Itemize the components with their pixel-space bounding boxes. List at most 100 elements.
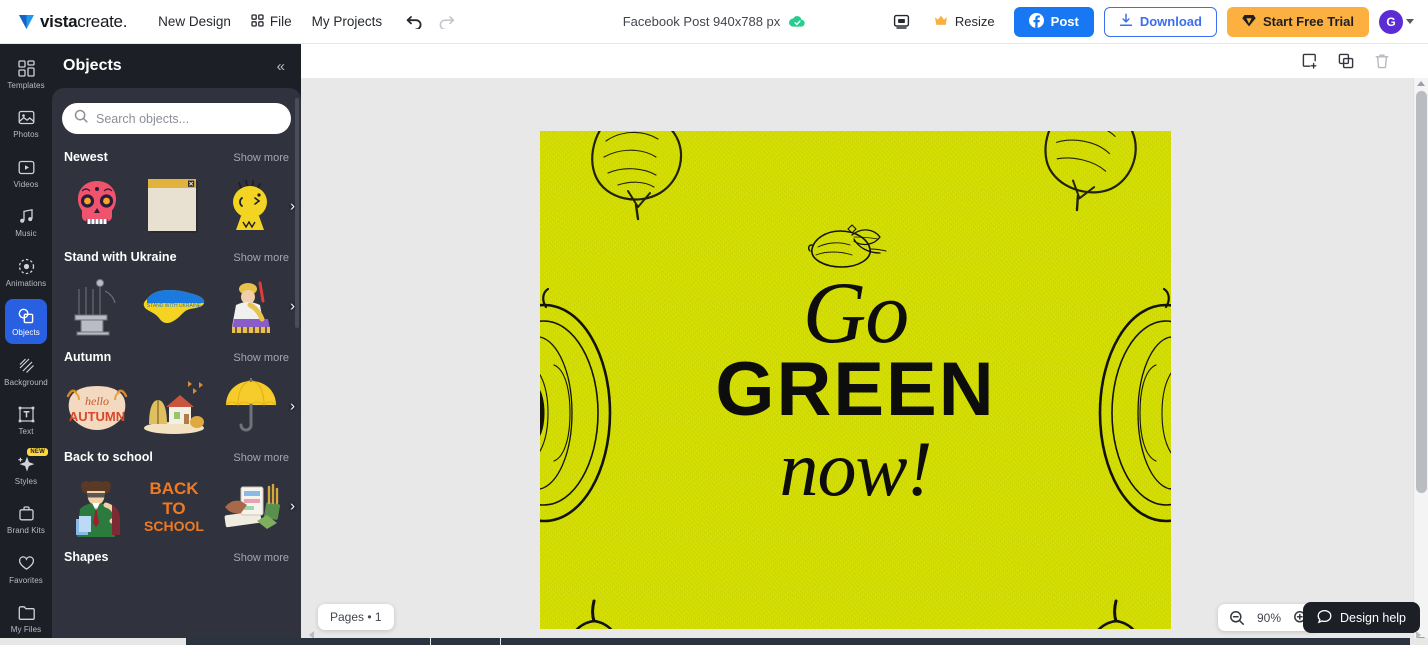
sidebar-label-videos: Videos bbox=[13, 179, 39, 189]
section-title-newest: Newest bbox=[64, 150, 108, 164]
scroll-thumb-vertical[interactable] bbox=[1416, 91, 1427, 493]
nav-my-projects[interactable]: My Projects bbox=[303, 8, 392, 35]
scroll-up-icon[interactable] bbox=[1417, 81, 1425, 86]
present-icon[interactable] bbox=[889, 9, 915, 35]
logo-wordmark: vistacreate. bbox=[40, 11, 128, 31]
vistacreate-editor: vistacreate. New Design File My Projects… bbox=[0, 0, 1428, 645]
nav-new-design-label: New Design bbox=[158, 14, 231, 29]
photos-icon bbox=[18, 107, 35, 128]
chat-icon bbox=[1317, 609, 1332, 627]
sidebar-item-favorites[interactable]: Favorites bbox=[5, 546, 47, 592]
redo-icon[interactable] bbox=[433, 9, 459, 35]
vistacreate-logo[interactable]: vistacreate. bbox=[18, 12, 127, 32]
sidebar-item-music[interactable]: Music bbox=[5, 200, 47, 246]
scrollbar-divider bbox=[500, 638, 501, 645]
nav-file-label: File bbox=[269, 14, 292, 29]
sidebar-item-background[interactable]: Background bbox=[4, 348, 48, 394]
show-more-ukraine[interactable]: Show more bbox=[233, 252, 289, 264]
panel-scrollbar[interactable] bbox=[295, 98, 299, 328]
section-autumn: Autumn Show more hello AUTUMN › bbox=[62, 350, 295, 440]
show-more-back-to-school[interactable]: Show more bbox=[233, 452, 289, 464]
carousel-next-newest[interactable]: › bbox=[290, 197, 295, 214]
object-thumb-sugar-skull[interactable] bbox=[62, 171, 131, 240]
nav-file[interactable]: File bbox=[242, 8, 301, 36]
pages-label: Pages • 1 bbox=[330, 610, 382, 624]
object-thumb-back-to-school-lettering[interactable]: BACK TO SCHOOL bbox=[139, 471, 208, 540]
chevron-double-left-icon[interactable]: « bbox=[277, 59, 285, 74]
object-thumb-folk-musician[interactable] bbox=[216, 271, 285, 340]
object-thumb-hello-autumn-lettering[interactable]: hello AUTUMN bbox=[62, 371, 131, 440]
nav-my-projects-label: My Projects bbox=[311, 14, 383, 29]
pages-indicator[interactable]: Pages • 1 bbox=[318, 604, 394, 630]
top-actions: Resize Post Download Start Free Trial G bbox=[889, 6, 1428, 37]
search-icon bbox=[74, 109, 88, 128]
show-more-shapes[interactable]: Show more bbox=[233, 552, 289, 564]
object-thumb-yellow-character[interactable] bbox=[216, 171, 285, 240]
design-canvas[interactable]: Go GREEN now! bbox=[540, 131, 1171, 629]
add-page-icon[interactable] bbox=[1298, 49, 1322, 73]
object-thumb-schoolgirl[interactable] bbox=[62, 471, 131, 540]
document-title[interactable]: Facebook Post 940x788 px bbox=[623, 14, 806, 29]
sidebar-item-animations[interactable]: Animations bbox=[5, 249, 47, 295]
scroll-thumb-horizontal[interactable] bbox=[186, 638, 1410, 645]
search-input[interactable] bbox=[96, 111, 279, 126]
sidebar-item-text[interactable]: Text bbox=[5, 398, 47, 444]
thumb-row-newest: › bbox=[62, 171, 295, 240]
sidebar-item-templates[interactable]: Templates bbox=[5, 51, 47, 97]
download-button[interactable]: Download bbox=[1103, 6, 1217, 37]
canvas-vertical-scrollbar[interactable] bbox=[1413, 78, 1428, 645]
sidebar-label-photos: Photos bbox=[13, 130, 39, 140]
styles-new-badge: NEW bbox=[27, 448, 48, 456]
panel-body: Newest Show more bbox=[52, 88, 301, 645]
sidebar-item-brand-kits[interactable]: Brand Kits bbox=[5, 497, 47, 543]
undo-icon[interactable] bbox=[401, 9, 427, 35]
show-more-newest[interactable]: Show more bbox=[233, 152, 289, 164]
post-label: Post bbox=[1050, 14, 1079, 29]
resize-button[interactable]: Resize bbox=[925, 7, 1004, 37]
page-title: Objects bbox=[63, 57, 122, 74]
object-thumb-ukraine-map[interactable]: STAND WITH UKRAINE bbox=[139, 271, 208, 340]
sidebar-item-styles[interactable]: NEW Styles bbox=[5, 447, 48, 493]
download-icon bbox=[1119, 13, 1133, 30]
sidebar-label-music: Music bbox=[15, 229, 37, 239]
carousel-next-back-to-school[interactable]: › bbox=[290, 497, 295, 514]
svg-text:AUTUMN: AUTUMN bbox=[68, 409, 124, 424]
show-more-autumn[interactable]: Show more bbox=[233, 352, 289, 364]
svg-text:hello: hello bbox=[85, 394, 109, 408]
sidebar-item-videos[interactable]: Videos bbox=[5, 150, 47, 196]
resize-label: Resize bbox=[954, 14, 995, 29]
carousel-next-ukraine[interactable]: › bbox=[290, 297, 295, 314]
object-thumb-notepad-window[interactable] bbox=[139, 171, 208, 240]
section-title-back-to-school: Back to school bbox=[64, 450, 153, 464]
object-thumb-autumn-house[interactable] bbox=[139, 371, 208, 440]
object-thumb-yellow-umbrella[interactable] bbox=[216, 371, 285, 440]
sidebar-item-photos[interactable]: Photos bbox=[5, 101, 47, 147]
section-header: Newest Show more bbox=[62, 150, 291, 171]
page-toolbar bbox=[301, 44, 1428, 78]
zoom-out-icon[interactable] bbox=[1229, 610, 1245, 626]
svg-text:STAND WITH UKRAINE: STAND WITH UKRAINE bbox=[146, 303, 201, 309]
sidebar-item-my-files[interactable]: My Files bbox=[5, 596, 47, 642]
chevron-down-icon bbox=[1406, 19, 1414, 24]
duplicate-page-icon[interactable] bbox=[1334, 49, 1358, 73]
resize-crown-icon bbox=[934, 14, 948, 30]
briefcase-icon bbox=[18, 503, 35, 524]
delete-page-icon[interactable] bbox=[1370, 49, 1394, 73]
grid-icon bbox=[251, 13, 264, 30]
search-objects-box[interactable] bbox=[62, 103, 291, 134]
thumb-row-back-to-school: BACK TO SCHOOL › bbox=[62, 471, 295, 540]
object-thumb-kyiv-monument[interactable] bbox=[62, 271, 131, 340]
svg-text:BACK: BACK bbox=[149, 479, 199, 498]
styles-icon bbox=[17, 454, 35, 475]
design-help-button[interactable]: Design help bbox=[1302, 602, 1420, 633]
sidebar-item-objects[interactable]: Objects bbox=[5, 298, 47, 344]
nav-new-design[interactable]: New Design bbox=[149, 8, 240, 35]
account-menu[interactable]: G bbox=[1379, 9, 1414, 34]
post-button[interactable]: Post bbox=[1013, 6, 1094, 37]
canvas-area[interactable]: Go GREEN now! bbox=[301, 78, 1428, 645]
top-toolbar: vistacreate. New Design File My Projects… bbox=[0, 0, 1428, 44]
object-thumb-desk-supplies[interactable] bbox=[216, 471, 285, 540]
carousel-next-autumn[interactable]: › bbox=[290, 397, 295, 414]
page-horizontal-scrollbar[interactable] bbox=[0, 638, 1428, 645]
start-free-trial-button[interactable]: Start Free Trial bbox=[1226, 6, 1369, 37]
